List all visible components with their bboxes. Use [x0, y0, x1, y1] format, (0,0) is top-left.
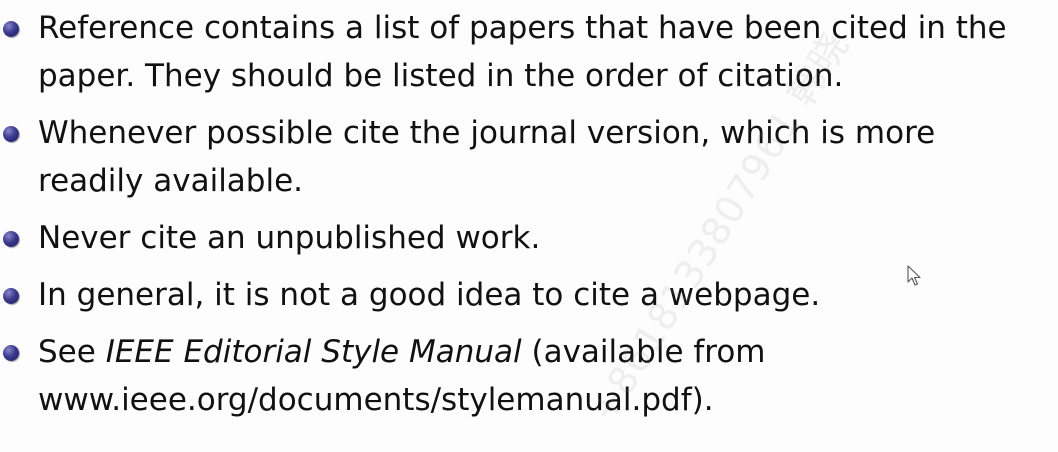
- bullet-item-journal-version: Whenever possible cite the journal versi…: [0, 109, 1048, 205]
- bullet-item-webpage: In general, it is not a good idea to cit…: [0, 271, 1048, 319]
- bullet-text: Never cite an unpublished work.: [38, 220, 541, 256]
- ball-bullet-icon: [3, 126, 19, 142]
- ball-bullet-icon: [3, 231, 19, 247]
- ball-bullet-icon: [3, 288, 19, 304]
- bullet-text: Reference contains a list of papers that…: [38, 10, 1007, 94]
- bullet-text: See IEEE Editorial Style Manual (availab…: [38, 334, 766, 418]
- ball-bullet-icon: [3, 21, 19, 37]
- style-manual-title: IEEE Editorial Style Manual: [105, 334, 522, 370]
- bullet-item-style-manual: See IEEE Editorial Style Manual (availab…: [0, 328, 1048, 424]
- bullet-item-unpublished: Never cite an unpublished work.: [0, 214, 1048, 262]
- ball-bullet-icon: [3, 345, 19, 361]
- bullet-list: Reference contains a list of papers that…: [0, 4, 1058, 433]
- bullet-text: In general, it is not a good idea to cit…: [38, 277, 821, 313]
- bullet-text-prefix: See: [38, 334, 106, 370]
- bullet-item-references: Reference contains a list of papers that…: [0, 4, 1048, 100]
- mouse-pointer-icon: [907, 265, 921, 286]
- bullet-text: Whenever possible cite the journal versi…: [38, 115, 936, 199]
- slide: Reference contains a list of papers that…: [0, 0, 1058, 452]
